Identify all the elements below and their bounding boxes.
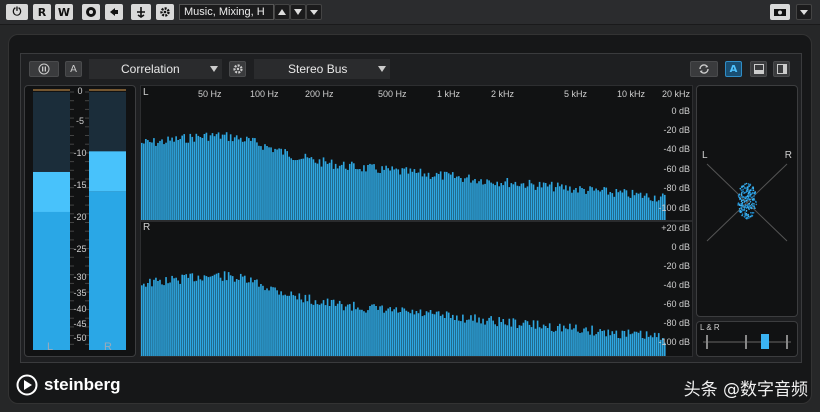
steinberg-logo: steinberg	[16, 374, 121, 396]
panel-bottom-icon	[753, 64, 764, 74]
a-b-toggle-button[interactable]: A	[65, 61, 82, 77]
meter-tick-30: -30	[73, 272, 87, 282]
meter-tick-25: -25	[73, 244, 87, 254]
pause-button[interactable]	[29, 61, 59, 77]
meter-right-label: R	[104, 341, 112, 353]
meter-tick-40: -40	[73, 304, 87, 314]
sidechain-button[interactable]	[131, 4, 151, 20]
gear-icon	[232, 64, 243, 74]
meter-left-label: L	[47, 341, 54, 353]
gear-icon	[160, 7, 170, 17]
write-automation-button[interactable]: W	[55, 4, 73, 20]
bus-selector-label: Stereo Bus	[288, 62, 348, 76]
panel-right-icon	[776, 64, 787, 74]
meter-tick-0: 0	[77, 86, 83, 96]
left-peak-bar	[33, 171, 70, 212]
power-icon: ⏻	[12, 5, 22, 18]
brand-name: steinberg	[44, 375, 121, 394]
settings-button[interactable]	[156, 4, 174, 20]
read-automation-button[interactable]: R	[33, 4, 51, 20]
db-label-top-20: -20 dB	[663, 125, 690, 135]
chevron-down-icon	[210, 66, 218, 72]
balance-label: L & R	[700, 323, 720, 332]
left-channel-spectrum	[141, 132, 666, 220]
toggle-bottom-panel-button[interactable]	[750, 61, 767, 77]
scope-signal-cloud	[737, 182, 758, 220]
a-b-active-button[interactable]: A	[725, 61, 742, 77]
preset-menu-button[interactable]	[306, 4, 322, 20]
chevron-down-icon	[378, 66, 386, 72]
db-label-top-80: -80 dB	[663, 183, 690, 193]
balance-meter: L & R	[696, 321, 798, 357]
snapshot-button[interactable]	[770, 4, 790, 20]
sidechain-icon	[137, 7, 145, 18]
preset-previous-button[interactable]	[274, 4, 290, 20]
db-label-bot-80: -80 dB	[663, 318, 690, 328]
vectorscope	[706, 163, 788, 242]
meter-tick-20: -20	[73, 212, 87, 222]
freq-label-50hz: 50 Hz	[198, 89, 222, 99]
freq-label-10khz: 10 kHz	[617, 89, 646, 99]
left-level-bar	[33, 211, 70, 350]
meter-tick-45: -45	[73, 319, 87, 329]
freq-label-2khz: 2 kHz	[491, 89, 515, 99]
camera-icon	[774, 9, 786, 16]
meter-tick-15: -15	[73, 180, 87, 190]
spectrum-graph	[141, 132, 692, 356]
right-level-bar	[89, 191, 126, 350]
db-label-bot-100: -100 dB	[658, 337, 690, 347]
power-button[interactable]: ⏻	[6, 4, 28, 20]
db-label-top-0: 0 dB	[671, 106, 690, 116]
freq-label-100hz: 100 Hz	[250, 89, 279, 99]
module-selector[interactable]: Correlation	[89, 59, 222, 79]
chevron-down-icon	[800, 10, 808, 15]
level-meter-panel: 0 -5 -10 -15 -20 -25 -30 -35 -40 -45 -50…	[24, 85, 136, 357]
arrow-right-icon	[110, 8, 118, 16]
triangle-down-icon	[294, 9, 302, 15]
db-label-top-100: -100 dB	[658, 203, 690, 213]
refresh-icon	[699, 64, 709, 74]
right-channel-spectrum	[141, 271, 666, 356]
db-label-top-60: -60 dB	[663, 164, 690, 174]
triangle-up-icon	[278, 9, 286, 15]
preset-name-field[interactable]: Music, Mixing, H	[179, 4, 274, 20]
plugin-toolbar: ⏻ R W Music, Mixing, H	[0, 0, 820, 25]
freq-label-5khz: 5 kHz	[564, 89, 588, 99]
db-label-bot-60: -60 dB	[663, 299, 690, 309]
freq-label-20khz: 20 kHz	[662, 89, 691, 99]
reset-button[interactable]	[690, 61, 718, 77]
stereo-scope: L R	[696, 85, 798, 317]
watermark-text: 头条 @数字音频	[683, 380, 808, 400]
spectrum-analyzer: L R 50 Hz 100 Hz 200 Hz 500 Hz 1 kHz 2 k…	[140, 85, 693, 357]
module-selector-label: Correlation	[121, 62, 180, 76]
db-label-bot-0: 0 dB	[671, 242, 690, 252]
steinberg-logo-icon	[16, 374, 38, 396]
scope-left-label: L	[702, 150, 708, 161]
freq-label-1khz: 1 kHz	[437, 89, 461, 99]
bypass-icon	[86, 7, 96, 17]
meter-tick-5: -5	[75, 116, 84, 126]
db-label-bot-20: -20 dB	[663, 261, 690, 271]
bus-selector[interactable]: Stereo Bus	[254, 59, 390, 79]
db-label-bot-40: -40 dB	[663, 280, 690, 290]
db-label-bot-plus20: +20 dB	[661, 223, 690, 233]
snapshot-menu-button[interactable]	[796, 4, 812, 20]
spectrum-left-channel-label: L	[143, 87, 149, 98]
chevron-down-icon	[310, 10, 318, 15]
db-label-top-40: -40 dB	[663, 144, 690, 154]
freq-label-500hz: 500 Hz	[378, 89, 407, 99]
meter-tick-10: -10	[73, 148, 87, 158]
toggle-side-panel-button[interactable]	[773, 61, 790, 77]
spectrum-right-channel-label: R	[143, 222, 151, 233]
freq-label-200hz: 200 Hz	[305, 89, 334, 99]
right-peak-bar	[89, 151, 126, 192]
meter-tick-35: -35	[73, 288, 87, 298]
bypass-button[interactable]	[82, 4, 100, 20]
meter-tick-50: -50	[73, 333, 87, 343]
preset-next-button[interactable]	[290, 4, 306, 20]
scope-right-label: R	[784, 150, 792, 161]
pause-icon	[38, 63, 50, 75]
module-settings-button[interactable]	[229, 61, 246, 77]
preset-prev-button[interactable]	[105, 4, 123, 20]
